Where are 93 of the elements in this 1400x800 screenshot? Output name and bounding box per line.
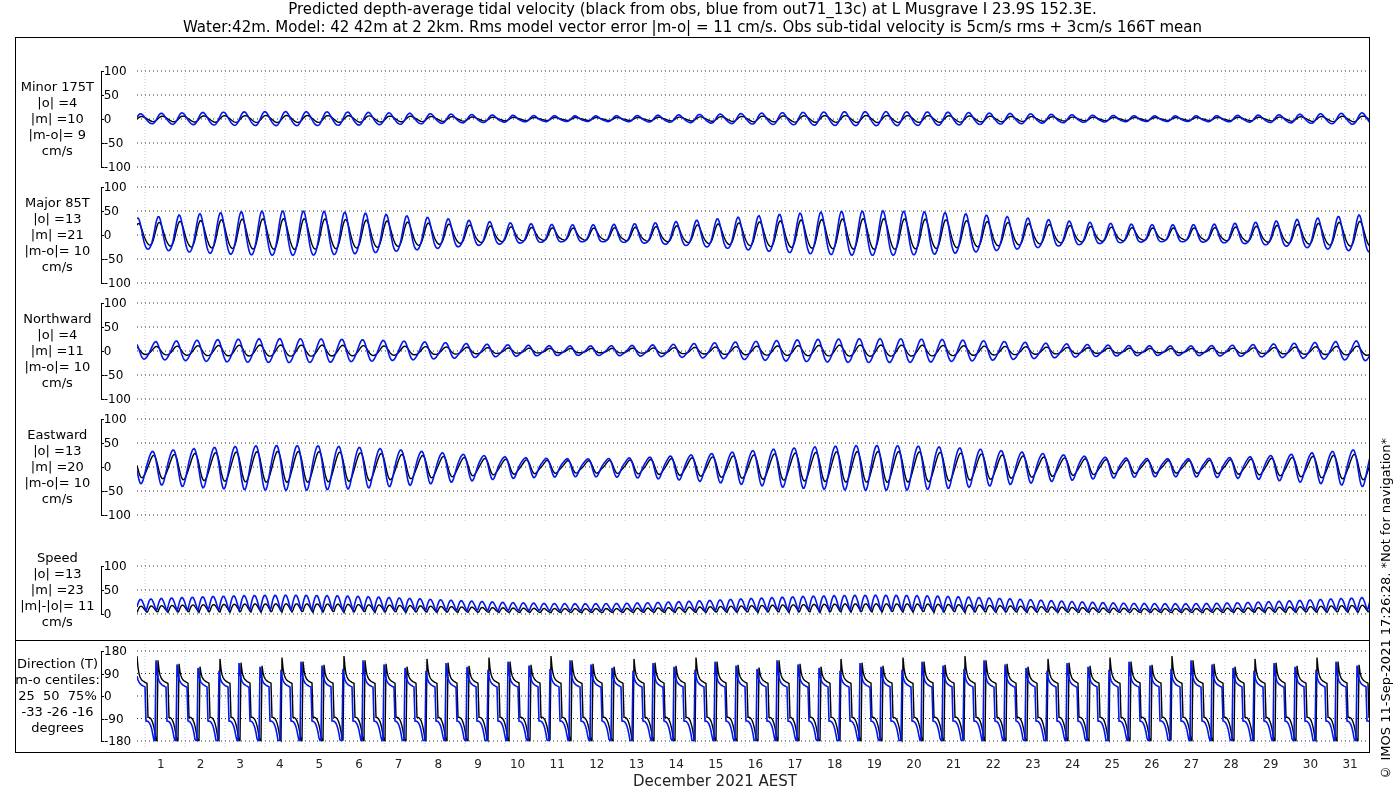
panel-label: -33 -26 -16 [21, 704, 94, 720]
panel-label: |m| =20 [30, 459, 84, 475]
panel-label: |m| =11 [30, 343, 84, 359]
panel-label: cm/s [41, 375, 73, 391]
axis-tick-label: 180 [101, 644, 127, 658]
panel-label: degrees [31, 720, 84, 736]
axis-tick-label: 19 [865, 756, 883, 772]
panel-label: Minor 175T [20, 79, 94, 95]
axis-tick-label: 100 [100, 64, 127, 78]
panel-label: Northward [23, 311, 92, 327]
axis-tick-label: 20 [905, 756, 923, 772]
axis-tick-label: 4 [274, 756, 285, 772]
copyright-notice: © IMOS 11-Sep-2021 17:26:28. *Not for navigation* [1377, 438, 1393, 780]
axis-tick-label: 8 [433, 756, 444, 772]
axis-tick-label: -100 [100, 276, 131, 290]
axis-tick-label: 0 [100, 460, 112, 474]
axis-tick-label: 50 [100, 583, 119, 597]
axis-tick-label: 22 [984, 756, 1002, 772]
panel-label: |m|-|o|= 11 [20, 598, 95, 614]
axis-tick-label: 100 [100, 559, 127, 573]
axis-tick-label: 31 [1341, 756, 1359, 772]
panel-label: Major 85T [25, 195, 90, 211]
axis-tick-label: 100 [100, 412, 127, 426]
panel-label: |m-o|= 9 [28, 127, 87, 143]
axis-tick-label: 50 [100, 320, 119, 334]
panel-label: |m| =10 [30, 111, 84, 127]
axis-tick-label: 100 [100, 296, 127, 310]
chart-title: Predicted depth-average tidal velocity (black from obs, blue from out71_13c) at L Musgrave I 23.9S 152.3E. [288, 0, 1097, 18]
axis-tick-label: -50 [100, 484, 124, 498]
chart-title: Water:42m. Model: 42 42m at 2 2km. Rms model vector error |m-o| = 11 cm/s. Obs sub-tidal velocity is 5cm/s rms + 3cm/s 166T mean [183, 18, 1202, 36]
axis-tick-label: 3 [235, 756, 245, 772]
axis-tick-label: 90 [101, 666, 120, 681]
axis-tick-label: 30 [1301, 756, 1320, 772]
panel-label: cm/s [41, 143, 73, 159]
axis-tick-label: -50 [100, 368, 124, 382]
axis-tick-label: 14 [667, 756, 685, 772]
axis-tick-label: 13 [627, 756, 646, 772]
panel-label: m-o centiles: [15, 672, 100, 688]
axis-tick-label: 25 [1103, 756, 1121, 772]
panel-label: |m-o|= 10 [24, 359, 91, 375]
axis-tick-label: 50 [100, 436, 119, 450]
axis-tick-label: -90 [101, 711, 124, 726]
axis-tick-label: 24 [1063, 756, 1082, 772]
axis-tick-label: -100 [100, 160, 131, 174]
axis-tick-label: 21 [945, 756, 963, 772]
panel-label: |o| =4 [37, 327, 78, 343]
panel-label: |m-o|= 10 [24, 475, 91, 491]
axis-tick-label: 0 [100, 112, 112, 126]
panel-label: Direction (T) [17, 656, 98, 672]
axis-tick-label: 17 [786, 756, 804, 772]
axis-tick-label: 100 [100, 180, 127, 194]
panel-label: 25 50 75% [18, 688, 97, 704]
panel-label: |o| =13 [33, 566, 82, 582]
axis-tick-label: 10 [508, 756, 527, 772]
axis-tick-label: 1 [156, 756, 166, 772]
panel-label: |m-o|= 10 [24, 243, 91, 259]
axis-tick-label: 0 [100, 344, 112, 358]
axis-tick-label: 0 [100, 607, 112, 621]
axis-tick-label: 15 [707, 756, 725, 772]
panel-label: cm/s [41, 614, 73, 630]
axis-tick-label: -50 [100, 136, 124, 150]
panel-label: |m| =23 [30, 582, 84, 598]
axis-tick-label: -100 [100, 508, 131, 522]
axis-tick-label: 18 [826, 756, 844, 772]
panel-label: cm/s [41, 259, 73, 275]
axis-tick-label: -100 [100, 392, 131, 406]
panel-label: Speed [36, 550, 78, 566]
panel-label: |o| =13 [33, 211, 82, 227]
axis-tick-label: 23 [1024, 756, 1042, 772]
panel-label: |m| =21 [30, 227, 84, 243]
axis-title: December 2021 AEST [633, 772, 797, 790]
axis-tick-label: 0 [101, 689, 112, 703]
panel-label: Eastward [27, 427, 88, 443]
axis-tick-label: -180 [101, 734, 132, 748]
axis-tick-label: -50 [100, 252, 124, 266]
axis-tick-label: 0 [100, 228, 112, 242]
panel-label: cm/s [41, 491, 73, 507]
axis-tick-label: 12 [588, 756, 606, 772]
axis-tick-label: 5 [314, 756, 325, 772]
axis-tick-label: 6 [354, 756, 364, 772]
panel-label: |o| =4 [37, 95, 78, 111]
axis-tick-label: 27 [1182, 756, 1201, 772]
axis-tick-label: 28 [1222, 756, 1240, 772]
axis-tick-label: 26 [1143, 756, 1161, 772]
axis-tick-label: 16 [746, 756, 765, 772]
axis-tick-label: 29 [1262, 756, 1280, 772]
axis-tick-label: 50 [100, 88, 119, 102]
panel-label: |o| =13 [33, 443, 82, 459]
axis-tick-label: 11 [548, 756, 566, 772]
axis-tick-label: 7 [393, 756, 404, 772]
axis-tick-label: 2 [195, 756, 206, 772]
axis-tick-label: 50 [100, 204, 119, 218]
axis-tick-label: 9 [473, 756, 483, 772]
